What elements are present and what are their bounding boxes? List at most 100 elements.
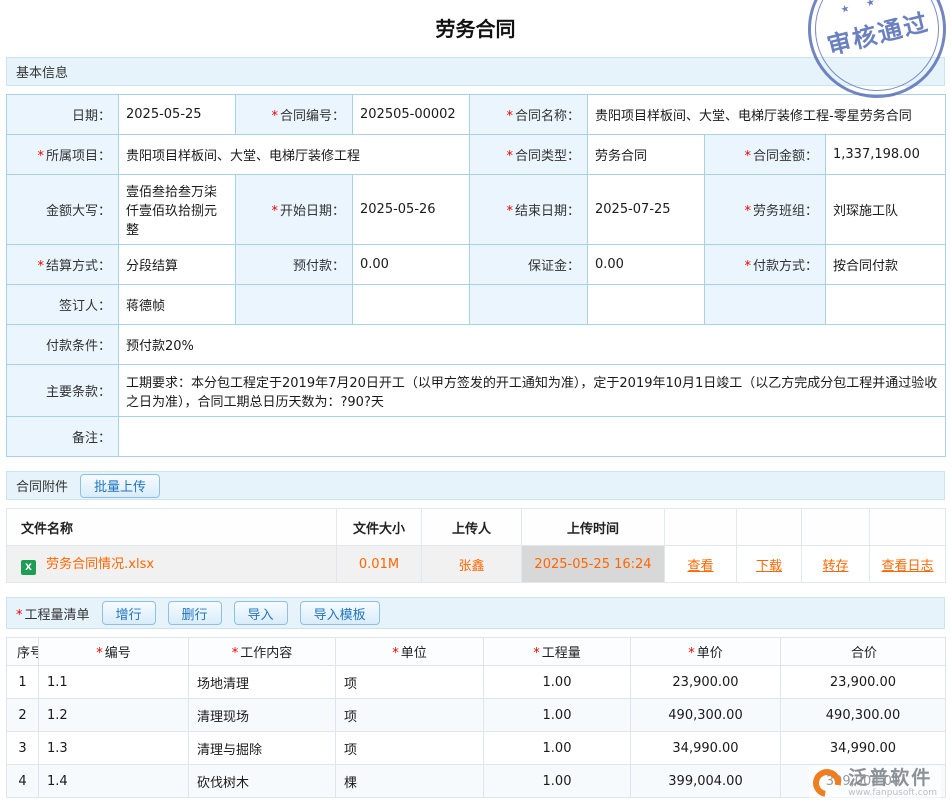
attach-header-action [665, 509, 737, 546]
boq-cell-code: 1.3 [39, 732, 189, 765]
field-settlement-label: *结算方式： [7, 245, 119, 285]
required-mark: * [744, 204, 751, 219]
download-link[interactable]: 下载 [756, 559, 782, 574]
form-row-2: *所属项目： 贵阳项目样板间、大堂、电梯厅装修工程 *合同类型： 劳务合同 *合… [7, 135, 946, 175]
boq-cell-code: 1.2 [39, 699, 189, 732]
boq-row: 1 1.1 场地清理 项 1.00 23,900.00 23,900.00 [7, 666, 946, 699]
required-mark: * [37, 259, 44, 274]
attachments-section: 合同附件 批量上传 文件名称 文件大小 上传人 上传时间 X 劳务合 [6, 471, 945, 583]
field-contract-type-value: 劳务合同 [588, 135, 705, 175]
field-payment-condition-value: 预付款20% [119, 325, 946, 365]
field-contract-no-label: *合同编号： [236, 95, 353, 135]
field-contract-type-label: *合同类型： [470, 135, 588, 175]
boq-cell-content: 场地清理 [189, 666, 336, 699]
field-end-date-label: *结束日期： [470, 175, 588, 245]
form-row-4: *结算方式： 分段结算 预付款： 0.00 保证金： 0.00 *付款方式： 按… [7, 245, 946, 285]
field-project-label: *所属项目： [7, 135, 119, 175]
delete-row-button[interactable]: 删行 [168, 601, 222, 625]
boq-header-qty: *工程量 [484, 638, 631, 666]
field-main-terms-label: 主要条款： [7, 365, 119, 417]
attachment-download-cell: 下载 [737, 546, 802, 583]
content: 基本信息 日期： 2025-05-25 *合同编号： 202505-00002 … [0, 57, 951, 798]
field-prepayment-label: 预付款： [236, 245, 353, 285]
boq-cell-total: 490,300.00 [781, 699, 946, 732]
field-payment-method-value: 按合同付款 [826, 245, 946, 285]
boq-cell-content: 清理现场 [189, 699, 336, 732]
empty-value-cell [826, 285, 946, 325]
field-signer-label: 签订人： [7, 285, 119, 325]
field-contract-no-value: 202505-00002 [353, 95, 470, 135]
attachments-title: 合同附件 [16, 476, 68, 495]
attachment-uploader: 张鑫 [422, 546, 522, 583]
boq-cell-price: 34,990.00 [631, 732, 781, 765]
boq-row: 2 1.2 清理现场 项 1.00 490,300.00 490,300.00 [7, 699, 946, 732]
boq-cell-qty: 1.00 [484, 765, 631, 798]
attachment-time: 2025-05-25 16:24 [522, 546, 665, 583]
required-mark: * [744, 149, 751, 164]
attach-header-action [737, 509, 802, 546]
empty-value-cell [353, 285, 470, 325]
boq-cell-code: 1.1 [39, 666, 189, 699]
boq-cell-unit: 项 [336, 732, 484, 765]
add-row-button[interactable]: 增行 [102, 601, 156, 625]
field-signer-value: 蒋德帧 [119, 285, 236, 325]
attachment-file-link[interactable]: 劳务合同情况.xlsx [46, 557, 154, 572]
field-prepayment-value: 0.00 [353, 245, 470, 285]
batch-upload-button[interactable]: 批量上传 [80, 474, 160, 498]
excel-file-icon: X [21, 560, 36, 575]
field-contract-name-value: 贵阳项目样板间、大堂、电梯厅装修工程-零星劳务合同 [588, 95, 946, 135]
required-mark: * [271, 204, 278, 219]
attach-header-size: 文件大小 [337, 509, 422, 546]
field-settlement-value: 分段结算 [119, 245, 236, 285]
boq-cell-price: 490,300.00 [631, 699, 781, 732]
field-labor-team-label: *劳务班组： [705, 175, 826, 245]
form-row-1: 日期： 2025-05-25 *合同编号： 202505-00002 *合同名称… [7, 95, 946, 135]
boq-cell-qty: 1.00 [484, 732, 631, 765]
field-deposit-value: 0.00 [588, 245, 705, 285]
fanpu-brand: 泛普软件 [848, 768, 937, 788]
attachment-file-row: X 劳务合同情况.xlsx 0.01M 张鑫 2025-05-25 16:24 … [7, 546, 946, 583]
attachments-header-bar: 合同附件 批量上传 [6, 471, 945, 500]
attachment-view-cell: 查看 [665, 546, 737, 583]
boq-header-code: *编号 [39, 638, 189, 666]
import-button[interactable]: 导入 [234, 601, 288, 625]
attachments-header-row: 文件名称 文件大小 上传人 上传时间 [7, 509, 946, 546]
boq-header-unit: *单位 [336, 638, 484, 666]
boq-header-content: *工作内容 [189, 638, 336, 666]
field-project-value: 贵阳项目样板间、大堂、电梯厅装修工程 [119, 135, 470, 175]
attach-header-action [802, 509, 870, 546]
empty-label-cell [470, 285, 588, 325]
boq-cell-unit: 项 [336, 666, 484, 699]
attachments-table: 文件名称 文件大小 上传人 上传时间 X 劳务合同情况.xlsx 0.01M 张… [6, 508, 946, 583]
field-end-date-value: 2025-07-25 [588, 175, 705, 245]
boq-title: *工程量清单 [16, 604, 90, 623]
required-mark: * [506, 109, 513, 124]
boq-cell-unit: 棵 [336, 765, 484, 798]
basic-info-header-bar: 基本信息 [6, 57, 945, 86]
fanpu-url: www.fanpusoft.com [848, 788, 937, 798]
boq-cell-qty: 1.00 [484, 699, 631, 732]
attach-header-uploader: 上传人 [422, 509, 522, 546]
field-remark-label: 备注： [7, 417, 119, 457]
view-link[interactable]: 查看 [687, 559, 713, 574]
form-row-6: 付款条件： 预付款20% [7, 325, 946, 365]
required-mark: * [37, 149, 44, 164]
field-amount-caps-value: 壹佰叁拾叁万柒仟壹佰玖拾捌元整 [119, 175, 236, 245]
boq-cell-price: 23,900.00 [631, 666, 781, 699]
field-main-terms-value: 工期要求：本分包工程定于2019年7月20日开工（以甲方签发的开工通知为准），定… [119, 365, 946, 417]
boq-table: 序号 *编号 *工作内容 *单位 *工程量 *单价 合价 1 1.1 场地清理 … [6, 637, 946, 798]
boq-header-no: 序号 [7, 638, 39, 666]
boq-cell-price: 399,004.00 [631, 765, 781, 798]
attach-header-action [870, 509, 946, 546]
field-contract-amount-label: *合同金额： [705, 135, 826, 175]
transfer-link[interactable]: 转存 [822, 559, 848, 574]
boq-cell-total: 34,990.00 [781, 732, 946, 765]
field-start-date-value: 2025-05-26 [353, 175, 470, 245]
field-payment-method-label: *付款方式： [705, 245, 826, 285]
boq-header-total: 合价 [781, 638, 946, 666]
fanpu-logo-icon [808, 764, 847, 803]
import-template-button[interactable]: 导入模板 [300, 601, 380, 625]
empty-label-cell [705, 285, 826, 325]
view-log-link[interactable]: 查看日志 [881, 559, 933, 574]
boq-cell-no: 2 [7, 699, 39, 732]
